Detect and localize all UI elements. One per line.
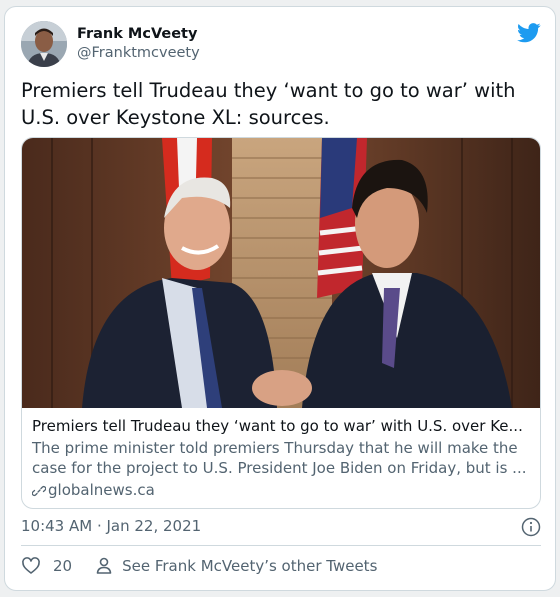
divider <box>21 545 541 546</box>
tweet-card[interactable]: Frank McVeety @Franktmcveety Premiers te… <box>4 6 556 591</box>
link-icon <box>31 483 47 497</box>
card-domain[interactable]: globalnews.ca <box>31 480 532 500</box>
like-count[interactable]: 20 <box>53 557 72 575</box>
display-name[interactable]: Frank McVeety <box>77 25 200 44</box>
card-title[interactable]: Premiers tell Trudeau they ‘want to go t… <box>32 416 532 436</box>
see-other-tweets-label: See Frank McVeety’s other Tweets <box>122 557 378 575</box>
card-description: The prime minister told premiers Thursda… <box>32 439 527 477</box>
author-block: Frank McVeety @Franktmcveety <box>77 25 200 63</box>
tweet-meta: 10:43 AM · Jan 22, 2021 <box>21 515 541 537</box>
person-icon <box>94 556 114 576</box>
tweet-actions: 20 See Frank McVeety’s other Tweets <box>21 553 541 579</box>
see-other-tweets-link[interactable]: See Frank McVeety’s other Tweets <box>94 556 377 576</box>
user-handle[interactable]: @Franktmcveety <box>77 44 200 63</box>
avatar[interactable] <box>21 21 67 67</box>
tweet-header: Frank McVeety @Franktmcveety <box>21 21 541 69</box>
card-domain-text: globalnews.ca <box>48 481 155 499</box>
tweet-text: Premiers tell Trudeau they ‘want to go t… <box>21 79 516 129</box>
card-image[interactable] <box>22 138 540 408</box>
timestamp[interactable]: 10:43 AM · Jan 22, 2021 <box>21 517 201 535</box>
heart-icon[interactable] <box>21 556 41 576</box>
info-icon[interactable] <box>521 517 541 537</box>
twitter-bird-icon[interactable] <box>517 23 541 43</box>
link-preview-card[interactable]: Premiers tell Trudeau they ‘want to go t… <box>21 137 541 509</box>
card-body[interactable]: Premiers tell Trudeau they ‘want to go t… <box>22 408 540 508</box>
